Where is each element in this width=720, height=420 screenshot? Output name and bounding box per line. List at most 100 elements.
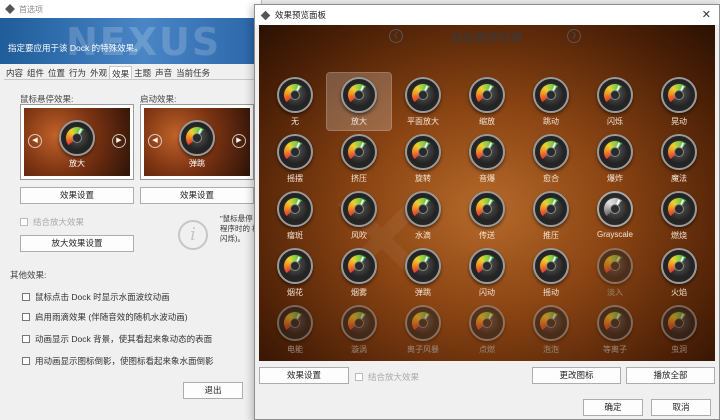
play-all-button[interactable]: 播放全部 <box>626 367 715 384</box>
effect-label: 等离子 <box>603 345 627 354</box>
launch-effect-settings-button[interactable]: 效果设置 <box>140 187 254 204</box>
other-effect-option[interactable]: 启用雨滴效果 (伴随音效的随机水波动画) <box>22 311 188 323</box>
preview-prev-icon[interactable]: ◀ <box>148 134 162 148</box>
checkbox-box[interactable] <box>22 357 30 365</box>
other-effect-option[interactable]: 用动画显示图标倒影，使图标看起来象水面倒影 <box>22 355 214 367</box>
tab-item[interactable]: 声音 <box>153 66 174 79</box>
effect-item[interactable]: 传送 <box>455 187 519 244</box>
checkbox-box[interactable] <box>22 313 30 321</box>
effect-label: 泡泡 <box>543 345 559 354</box>
exit-button[interactable]: 退出 <box>183 382 243 399</box>
effect-item[interactable]: 水滴 <box>391 187 455 244</box>
effect-label: 烟雾 <box>351 288 367 297</box>
effect-item[interactable]: 音爆 <box>455 130 519 187</box>
hover-effect-preview[interactable]: ◀ 放大 ▶ <box>20 104 134 180</box>
effect-item[interactable]: 晃动 <box>647 73 711 130</box>
preview-next-icon[interactable]: ▶ <box>232 134 246 148</box>
launch-preview-caption: 弹跳 <box>189 158 205 168</box>
checkbox-box[interactable] <box>22 293 30 301</box>
effect-item[interactable]: 跳动 <box>519 73 583 130</box>
ok-button[interactable]: 确定 <box>583 399 643 416</box>
hover-effect-settings-button[interactable]: 效果设置 <box>20 187 134 204</box>
preview-next-icon[interactable]: ▶ <box>112 134 126 148</box>
effect-item[interactable]: Grayscale <box>583 187 647 244</box>
effect-item[interactable]: 燃烧 <box>647 187 711 244</box>
tab-item[interactable]: 当前任务 <box>174 66 212 79</box>
previous-icon[interactable]: ❮ <box>389 29 403 43</box>
gauge-icon <box>277 305 313 341</box>
other-effect-label: 鼠标点击 Dock 时显示水面波纹动画 <box>35 292 170 302</box>
effect-item[interactable]: 瘤斑 <box>263 187 327 244</box>
effect-label: 燃烧 <box>671 231 687 240</box>
gauge-icon <box>661 77 697 113</box>
effect-item[interactable]: 淡入 <box>583 244 647 301</box>
preferences-title: 首选项 <box>19 4 43 14</box>
effect-item[interactable]: 魔法 <box>647 130 711 187</box>
other-effect-option[interactable]: 动画显示 Dock 背景，使其看起来象动态的表面 <box>22 333 212 345</box>
tab-item[interactable]: 位置 <box>46 66 67 79</box>
effect-item[interactable]: 火焰 <box>647 244 711 301</box>
tab-item[interactable]: 主题 <box>132 66 153 79</box>
effects-settings-button[interactable]: 效果设置 <box>259 367 349 384</box>
effect-item[interactable]: 推压 <box>519 187 583 244</box>
close-icon[interactable]: ✕ <box>702 8 711 21</box>
other-effect-option[interactable]: 鼠标点击 Dock 时显示水面波纹动画 <box>22 291 170 303</box>
effect-item[interactable]: 闪烁 <box>583 73 647 130</box>
effect-item[interactable]: 风吹 <box>327 187 391 244</box>
effect-item[interactable]: 等离子 <box>583 301 647 358</box>
preview-prev-icon[interactable]: ◀ <box>28 134 42 148</box>
effect-item[interactable]: 愈合 <box>519 130 583 187</box>
gauge-icon <box>405 191 441 227</box>
hover-preview-caption: 放大 <box>69 158 85 168</box>
tab-item[interactable]: 外观 <box>88 66 109 79</box>
gauge-icon <box>533 77 569 113</box>
effect-item[interactable]: 放大 <box>326 72 392 131</box>
other-effects-label: 其他效果: <box>10 270 47 280</box>
gauge-icon <box>533 305 569 341</box>
checkbox-box[interactable] <box>355 373 363 381</box>
next-icon[interactable]: ❯ <box>567 29 581 43</box>
gauge-icon <box>597 305 633 341</box>
effect-label: 漩涡 <box>351 345 367 354</box>
effect-item[interactable]: 离子风暴 <box>391 301 455 358</box>
effect-label: 电能 <box>287 345 303 354</box>
app-icon <box>260 10 271 20</box>
effect-item[interactable]: 虫洞 <box>647 301 711 358</box>
gauge-icon <box>533 248 569 284</box>
checkbox-box[interactable] <box>22 335 30 343</box>
effect-item[interactable]: 烟花 <box>263 244 327 301</box>
effect-label: 淡入 <box>607 288 623 297</box>
effect-item[interactable]: 泡泡 <box>519 301 583 358</box>
checkbox-box[interactable] <box>20 218 28 226</box>
gauge-icon <box>469 305 505 341</box>
tab-item[interactable]: 内容 <box>4 66 25 79</box>
gauge-icon <box>341 191 377 227</box>
effect-label: 摇动 <box>543 288 559 297</box>
effect-label: 平面放大 <box>407 117 439 126</box>
effect-item[interactable]: 平面放大 <box>391 73 455 130</box>
tab-item[interactable]: 效果 <box>109 66 133 79</box>
zoom-settings-button[interactable]: 放大效果设置 <box>20 235 134 252</box>
effect-item[interactable]: 点燃 <box>455 301 519 358</box>
effect-label: 魔法 <box>671 174 687 183</box>
change-icon-button[interactable]: 更改图标 <box>532 367 621 384</box>
effect-item[interactable]: 烟雾 <box>327 244 391 301</box>
effect-item[interactable]: 缩放 <box>455 73 519 130</box>
effect-item[interactable]: 挤压 <box>327 130 391 187</box>
effect-item[interactable]: 漩涡 <box>327 301 391 358</box>
combine-zoom-checkbox[interactable]: 结合放大效果 <box>20 216 84 228</box>
effect-label: 点燃 <box>479 345 495 354</box>
tab-item[interactable]: 组件 <box>25 66 46 79</box>
effect-item[interactable]: 爆炸 <box>583 130 647 187</box>
combine-zoom-checkbox[interactable]: 结合放大效果 <box>355 371 419 383</box>
effect-item[interactable]: 摇动 <box>519 244 583 301</box>
effect-item[interactable]: 弹跳 <box>391 244 455 301</box>
launch-effect-preview[interactable]: ◀ 弹跳 ▶ <box>140 104 254 180</box>
cancel-button[interactable]: 取消 <box>651 399 711 416</box>
effect-item[interactable]: 闪动 <box>455 244 519 301</box>
effect-item[interactable]: 无 <box>263 73 327 130</box>
effect-item[interactable]: 电能 <box>263 301 327 358</box>
effect-item[interactable]: 旋转 <box>391 130 455 187</box>
tab-item[interactable]: 行为 <box>67 66 88 79</box>
effect-item[interactable]: 摇摆 <box>263 130 327 187</box>
